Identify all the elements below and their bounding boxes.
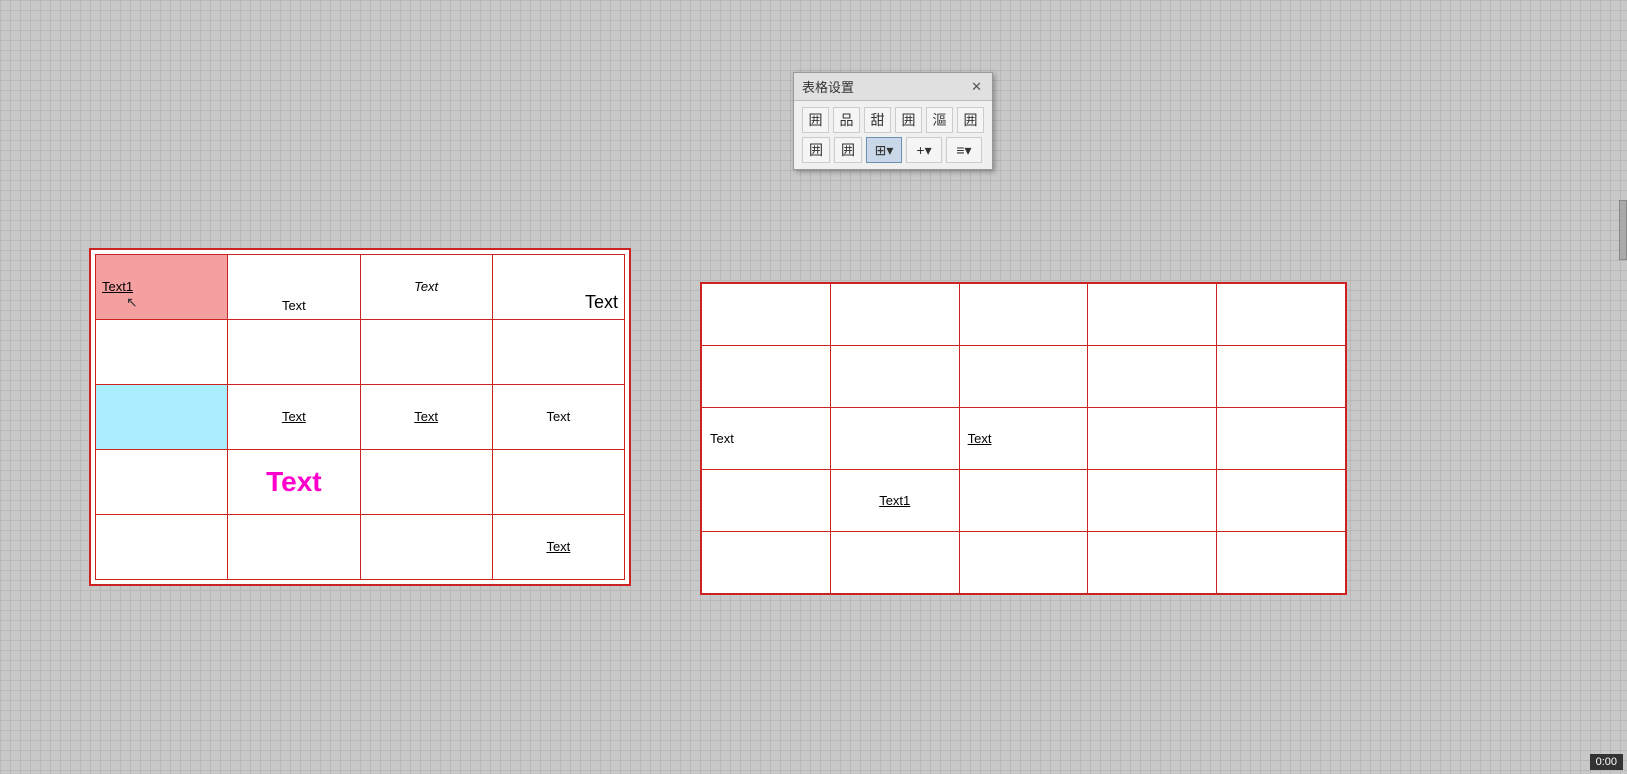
table-cell[interactable]: [1088, 284, 1217, 346]
cell-text: Text: [710, 431, 734, 446]
cell-text: Text: [546, 539, 570, 554]
table-cell[interactable]: [830, 532, 959, 594]
right-table: Text Text Text1: [701, 283, 1346, 594]
table-row: Text1 ↖ Text Text Text: [96, 255, 625, 320]
table-cell[interactable]: Text: [492, 255, 624, 320]
dialog-row-1: 囲 品 甜 囲 漚 囲: [802, 107, 984, 133]
table-cell[interactable]: [360, 450, 492, 515]
table-row: [702, 532, 1346, 594]
table-cell[interactable]: [830, 284, 959, 346]
table-cell[interactable]: [228, 320, 360, 385]
table-cell[interactable]: [96, 450, 228, 515]
cell-text: Text: [414, 279, 438, 294]
table-cell[interactable]: Text: [360, 385, 492, 450]
table-cell[interactable]: Text: [702, 408, 831, 470]
cell-text: Text: [266, 466, 322, 497]
text-align-dropdown-btn[interactable]: ≡▾: [946, 137, 982, 163]
table-cell[interactable]: Text: [492, 385, 624, 450]
cell-text: Text: [968, 431, 992, 446]
border-bottom-btn[interactable]: 漚: [926, 107, 953, 133]
cell-text: Text: [282, 298, 306, 313]
border-inside-btn[interactable]: 甜: [864, 107, 891, 133]
table-cell[interactable]: [702, 532, 831, 594]
border-type2-btn[interactable]: 囲: [834, 137, 862, 163]
table-cell[interactable]: [360, 515, 492, 580]
table-cell[interactable]: [96, 515, 228, 580]
table-cell[interactable]: [702, 346, 831, 408]
cell-text: Text: [282, 409, 306, 424]
clock: 0:00: [1590, 754, 1623, 770]
table-cell[interactable]: Text: [360, 255, 492, 320]
table-cell[interactable]: [492, 320, 624, 385]
border-top-btn[interactable]: 囲: [895, 107, 922, 133]
table-cell[interactable]: [702, 284, 831, 346]
border-outside-btn[interactable]: 品: [833, 107, 860, 133]
table-cell[interactable]: [360, 320, 492, 385]
left-table-container: Text1 ↖ Text Text Text: [89, 248, 631, 586]
table-cell[interactable]: Text1: [830, 470, 959, 532]
dialog-row-2: 囲 囲 ⊞▾ +▾ ≡▾: [802, 137, 984, 163]
table-cell[interactable]: [1217, 408, 1346, 470]
dialog-title: 表格设置: [802, 77, 854, 96]
right-table-container: Text Text Text1: [700, 282, 1347, 595]
cell-text: Text1: [102, 279, 133, 294]
dialog-body: 囲 品 甜 囲 漚 囲 囲 囲 ⊞▾ +▾ ≡▾: [794, 101, 992, 169]
table-cell[interactable]: [702, 470, 831, 532]
table-cell[interactable]: [1217, 346, 1346, 408]
table-cell[interactable]: [1088, 408, 1217, 470]
table-cell[interactable]: [492, 450, 624, 515]
table-cell[interactable]: [830, 346, 959, 408]
border-color-dropdown-btn[interactable]: +▾: [906, 137, 942, 163]
table-cell[interactable]: [959, 284, 1088, 346]
border-type1-btn[interactable]: 囲: [802, 137, 830, 163]
scrollbar[interactable]: [1619, 200, 1627, 260]
table-cell[interactable]: [1217, 470, 1346, 532]
mouse-cursor: ↖: [126, 294, 138, 311]
table-cell[interactable]: [1088, 532, 1217, 594]
table-cell[interactable]: Text: [959, 408, 1088, 470]
table-cell[interactable]: [959, 346, 1088, 408]
border-style-dropdown-btn[interactable]: ⊞▾: [866, 137, 902, 163]
cell-text: Text: [414, 409, 438, 424]
table-cell[interactable]: [1088, 470, 1217, 532]
table-cell[interactable]: Text1 ↖: [96, 255, 228, 320]
table-cell[interactable]: [1217, 532, 1346, 594]
table-row: Text1: [702, 470, 1346, 532]
table-row: Text Text Text: [96, 385, 625, 450]
dialog-close-button[interactable]: ✕: [969, 80, 984, 93]
table-cell[interactable]: [1217, 284, 1346, 346]
table-cell[interactable]: Text: [228, 450, 360, 515]
left-table: Text1 ↖ Text Text Text: [95, 254, 625, 580]
table-row: Text: [96, 450, 625, 515]
table-cell[interactable]: Text: [228, 255, 360, 320]
table-cell[interactable]: Text: [492, 515, 624, 580]
table-row: [702, 346, 1346, 408]
border-option6-btn[interactable]: 囲: [957, 107, 984, 133]
table-settings-dialog: 表格设置 ✕ 囲 品 甜 囲 漚 囲 囲 囲 ⊞▾ +▾ ≡▾: [793, 72, 993, 170]
table-cell[interactable]: [959, 470, 1088, 532]
table-cell[interactable]: [96, 320, 228, 385]
table-cell[interactable]: [1088, 346, 1217, 408]
table-cell[interactable]: [830, 408, 959, 470]
table-cell[interactable]: Text: [228, 385, 360, 450]
table-row: Text: [96, 515, 625, 580]
border-all-btn[interactable]: 囲: [802, 107, 829, 133]
table-cell[interactable]: [959, 532, 1088, 594]
table-cell[interactable]: [96, 385, 228, 450]
table-row: [96, 320, 625, 385]
dialog-titlebar: 表格设置 ✕: [794, 73, 992, 101]
cell-text: Text1: [879, 493, 910, 508]
table-row: [702, 284, 1346, 346]
table-row: Text Text: [702, 408, 1346, 470]
cell-text: Text: [585, 292, 618, 312]
table-cell[interactable]: [228, 515, 360, 580]
cell-text: Text: [546, 409, 570, 424]
